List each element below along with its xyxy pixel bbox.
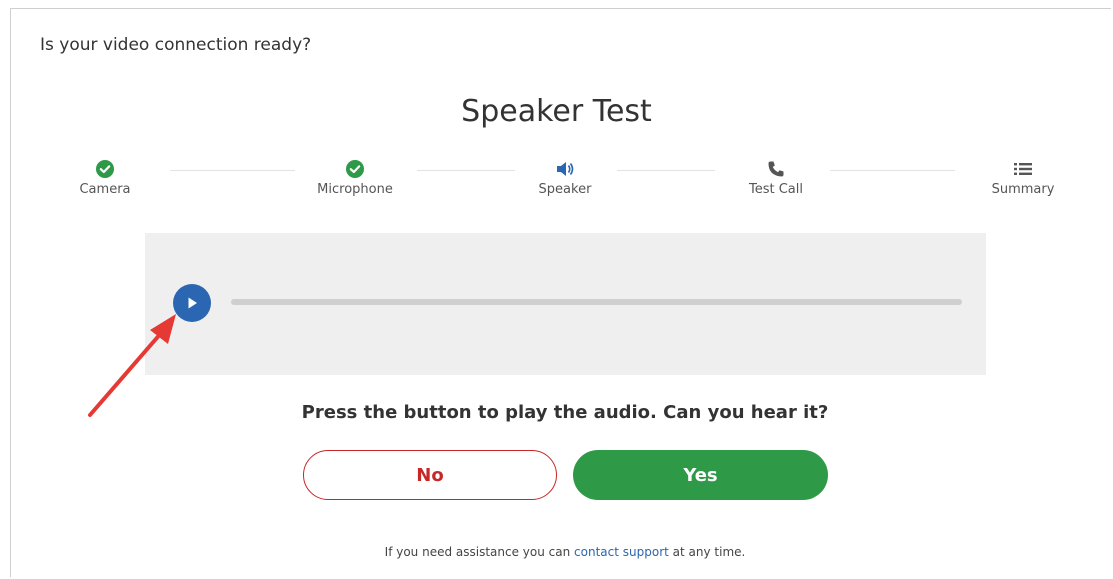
step-connector [617,170,715,171]
list-icon [1014,163,1032,175]
step-label: Microphone [317,182,393,197]
no-button[interactable]: No [303,450,557,500]
phone-icon [768,161,784,177]
step-summary: Summary [958,158,1088,197]
page-title: Speaker Test [461,94,652,129]
audio-progress-track[interactable] [231,299,962,305]
check-circle-icon [96,160,114,178]
yes-button[interactable]: Yes [573,450,828,500]
step-label: Test Call [749,182,803,197]
step-connector [170,170,295,171]
assistance-suffix: at any time. [668,545,746,559]
step-speaker: Speaker [500,158,630,197]
contact-support-link[interactable]: contact support [574,545,669,559]
step-test-call: Test Call [711,158,841,197]
step-label: Camera [79,182,131,197]
assistance-prefix: If you need assistance you can [384,545,575,559]
hear-audio-question: Press the button to play the audio. Can … [301,402,829,423]
connection-question: Is your video connection ready? [40,35,312,55]
step-label: Summary [991,182,1055,197]
step-label: Speaker [538,182,592,197]
assistance-text: If you need assistance you can contact s… [0,545,1113,559]
check-circle-icon [346,160,364,178]
step-microphone: Microphone [290,158,420,197]
speaker-icon [557,162,574,176]
step-camera: Camera [40,158,170,197]
step-connector [830,170,955,171]
